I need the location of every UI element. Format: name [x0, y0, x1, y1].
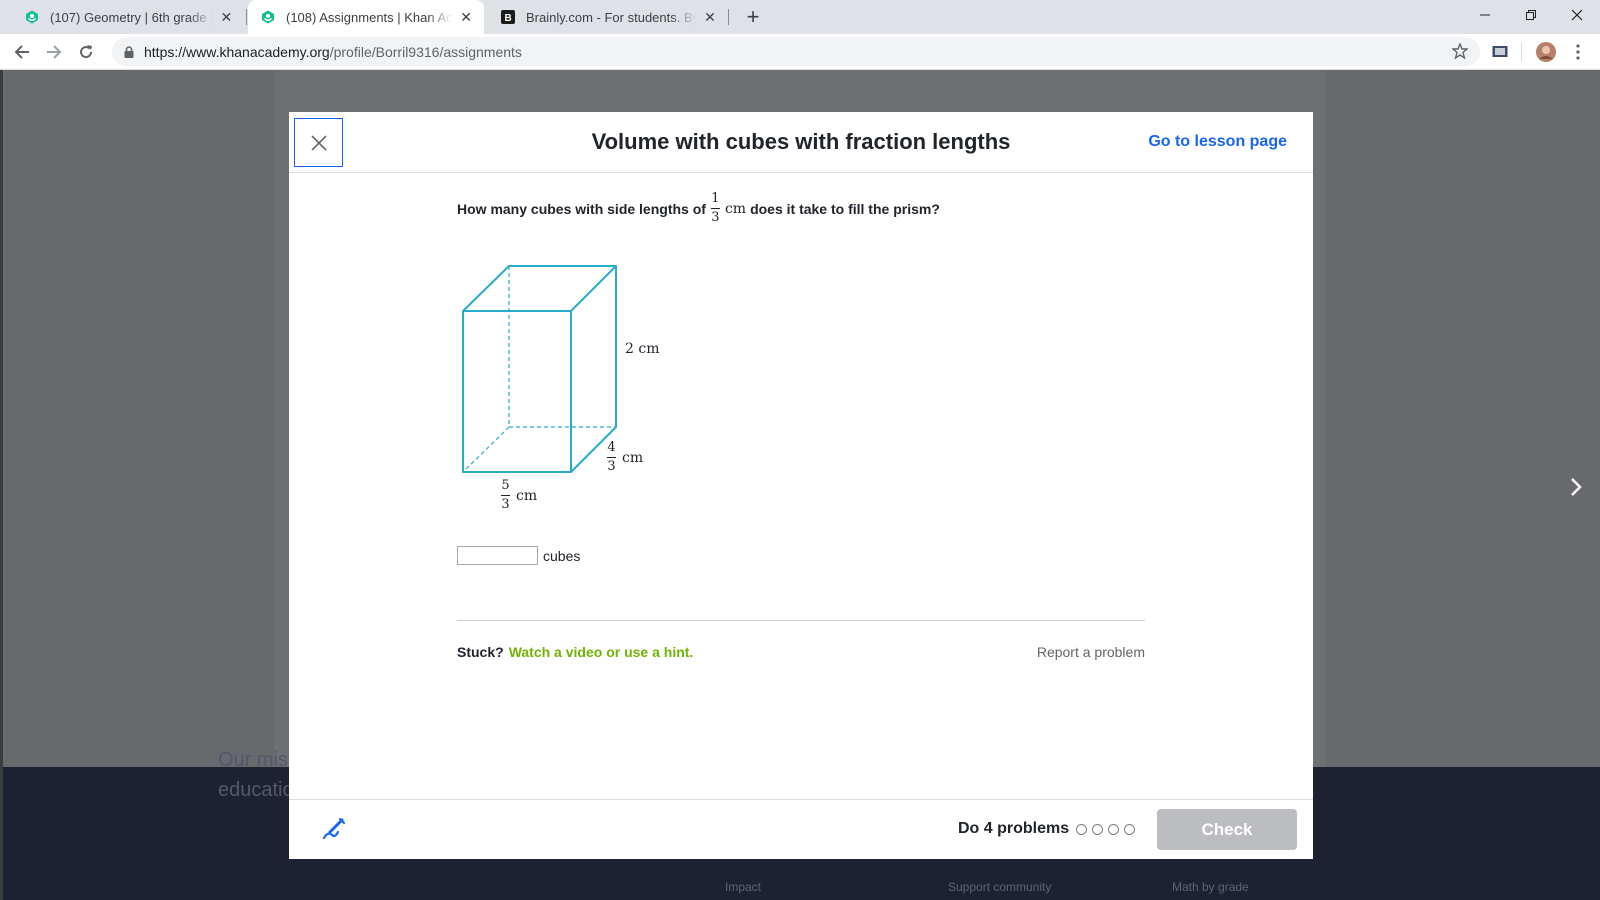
progress-dot: [1092, 824, 1103, 835]
question-suffix: does it take to fill the prism?: [750, 200, 940, 217]
hint-link[interactable]: Watch a video or use a hint.: [509, 644, 694, 660]
tab-assignments[interactable]: (108) Assignments | Khan Academy ✕: [248, 0, 484, 34]
tab-close-icon[interactable]: ✕: [458, 9, 474, 25]
scratchpad-pencil-icon[interactable]: [320, 816, 346, 847]
check-button[interactable]: Check: [1157, 809, 1297, 850]
bookmark-star-icon[interactable]: [1451, 42, 1469, 62]
progress-dot: [1124, 824, 1135, 835]
window-close-icon[interactable]: [1554, 0, 1600, 30]
prism-top-face: [462, 265, 617, 312]
footer-link-impact[interactable]: Impact: [725, 880, 761, 894]
menu-dots-icon[interactable]: [1566, 40, 1590, 64]
tab-separator: [728, 9, 729, 25]
khan-academy-icon: [24, 9, 40, 25]
footer-link-support[interactable]: Support community: [948, 880, 1051, 894]
new-tab-plus-icon[interactable]: +: [740, 4, 766, 30]
question-unit: cm: [724, 200, 747, 217]
question-text: How many cubes with side lengths of 1 3 …: [457, 192, 940, 225]
question-divider: [457, 620, 1145, 621]
tab-close-icon[interactable]: ✕: [702, 9, 718, 25]
prism-drawing: [462, 265, 617, 473]
tab-close-icon[interactable]: ✕: [219, 9, 234, 25]
answer-row: cubes: [457, 546, 580, 565]
prism-figure: 2 cm 43 cm 53 cm: [457, 257, 717, 517]
toolbar-separator: [1521, 43, 1522, 61]
profile-avatar[interactable]: [1534, 40, 1558, 64]
height-label: 2 cm: [625, 341, 660, 357]
depth-label: 43 cm: [607, 440, 644, 474]
progress-dots: [1076, 824, 1140, 835]
url-host: https://www.khanacademy.org: [144, 43, 330, 60]
brainly-icon: B: [500, 9, 516, 25]
svg-text:B: B: [505, 13, 512, 24]
modal-footer: Do 4 problems Check: [289, 799, 1313, 859]
exercise-modal: Volume with cubes with fraction lengths …: [289, 112, 1313, 859]
progress-dot: [1076, 824, 1087, 835]
tab-geometry[interactable]: (107) Geometry | 6th grade | Math | Khan…: [12, 0, 244, 34]
browser-toolbar: https://www.khanacademy.org/profile/Borr…: [0, 34, 1600, 70]
lock-icon: [124, 45, 134, 58]
extension-icon[interactable]: [1488, 40, 1512, 64]
question-prefix: How many cubes with side lengths of: [457, 200, 706, 217]
tab-brainly[interactable]: B Brainly.com - For students. By student…: [488, 0, 728, 34]
prism-hidden-edges: [462, 266, 616, 473]
progress-label: Do 4 problems: [958, 820, 1070, 837]
width-label: 53 cm: [501, 478, 538, 512]
address-bar[interactable]: https://www.khanacademy.org/profile/Borr…: [112, 37, 1480, 66]
tab-title: (108) Assignments | Khan Academy: [286, 9, 453, 25]
back-arrow-icon[interactable]: [8, 38, 36, 66]
browser-tab-bar: (107) Geometry | 6th grade | Math | Khan…: [0, 0, 1600, 34]
prism-front-face: [462, 310, 572, 473]
forward-arrow-icon[interactable]: [40, 38, 68, 66]
url-path: /profile/Borril9316/assignments: [329, 43, 522, 60]
modal-header: Volume with cubes with fraction lengths …: [289, 112, 1313, 173]
go-to-lesson-link[interactable]: Go to lesson page: [1148, 133, 1287, 151]
tab-title: (107) Geometry | 6th grade | Math | Khan…: [50, 9, 213, 25]
minimize-icon[interactable]: [1462, 0, 1508, 30]
tab-title: Brainly.com - For students. By students.: [526, 9, 696, 25]
khan-academy-icon: [260, 9, 276, 25]
report-problem-link[interactable]: Report a problem: [1017, 644, 1145, 660]
restore-icon[interactable]: [1508, 0, 1554, 30]
progress-dot: [1108, 824, 1119, 835]
side-length-fraction: 1 3: [710, 191, 720, 225]
tab-separator: [246, 9, 247, 25]
stuck-prompt: Stuck? Watch a video or use a hint.: [457, 644, 694, 660]
next-chevron-icon[interactable]: [1566, 472, 1586, 502]
answer-unit: cubes: [543, 547, 581, 564]
footer-link-math-by-grade[interactable]: Math by grade: [1172, 880, 1249, 894]
answer-input[interactable]: [457, 546, 538, 565]
reload-icon[interactable]: [72, 38, 100, 66]
